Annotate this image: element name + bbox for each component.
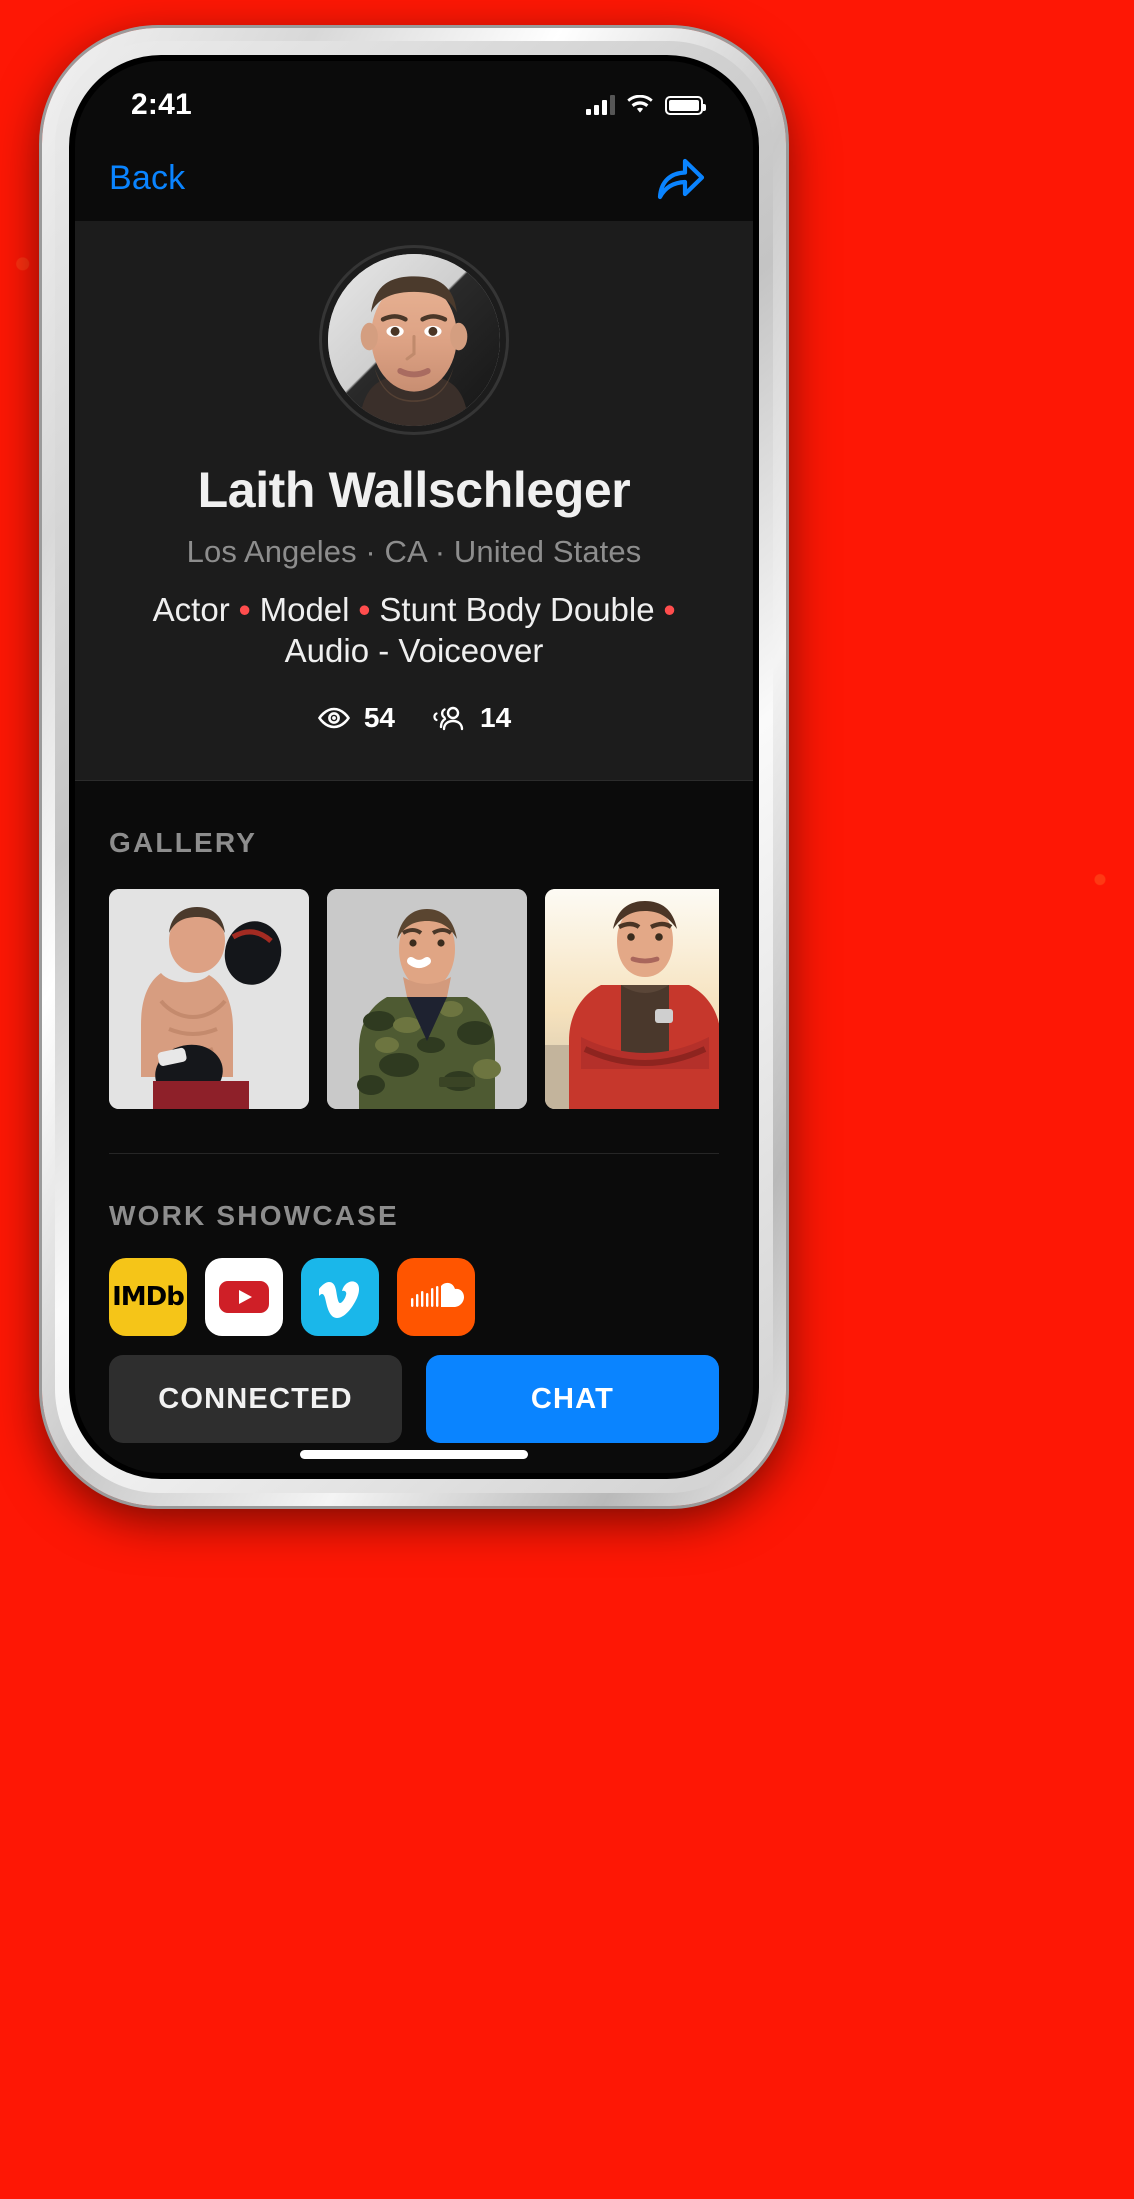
work-showcase-links: IMDb [109,1257,719,1336]
share-arrow-icon [657,158,705,200]
status-icons [586,94,706,115]
gallery-title: GALLERY [109,826,258,858]
wifi-icon [627,94,653,115]
cellular-signal-icon [586,95,615,115]
views-count: 54 [363,701,395,733]
nav-bar: Back [75,135,753,221]
chat-button[interactable]: CHAT [426,1355,719,1443]
battery-icon [665,95,706,115]
avatar[interactable] [328,254,500,426]
eye-icon [317,707,350,729]
role-separator-2: • [663,591,676,628]
profile-scroll-content[interactable]: Laith Wallschleger Los Angeles · CA · Un… [75,221,753,1473]
role-0: Actor [152,591,230,628]
role-3: Audio - Voiceover [284,631,544,669]
phone-bezel: 2:41 Back Laith Wallschleger Los Angeles… [69,55,759,1479]
people-icon [433,706,464,731]
connections-count: 14 [480,701,512,733]
youtube-icon[interactable] [205,1257,283,1336]
profile-header: Laith Wallschleger Los Angeles · CA · Un… [75,221,753,781]
profile-stats: 54 14 [99,702,729,734]
views-stat: 54 [317,702,395,734]
back-button[interactable]: Back [109,159,185,198]
work-showcase-section: WORK SHOWCASE IMDb [75,1154,753,1336]
avatar-ring [319,245,509,435]
profile-roles: Actor • Model • Stunt Body Double • Audi… [99,590,729,672]
imdb-icon[interactable]: IMDb [109,1257,187,1336]
imdb-label: IMDb [112,1281,185,1312]
connections-stat: 14 [433,702,511,734]
status-bar: 2:41 [75,61,753,135]
role-separator-1: • [358,591,371,628]
phone-frame: 2:41 Back Laith Wallschleger Los Angeles… [42,28,786,1506]
page-title: Laith Wallschleger [197,462,631,518]
gallery-section: GALLERY [75,781,753,1154]
gallery-item[interactable] [109,888,309,1109]
action-bar: CONNECTED CHAT [75,1355,753,1443]
work-showcase-title: WORK SHOWCASE [109,1199,399,1231]
status-time: 2:41 [131,88,192,121]
gallery-list[interactable] [109,888,719,1109]
profile-location: Los Angeles · CA · United States [186,534,642,569]
gallery-item[interactable] [545,888,719,1109]
role-1: Model [259,591,350,628]
gallery-item[interactable] [327,888,527,1109]
connected-button[interactable]: CONNECTED [109,1355,402,1443]
home-indicator[interactable] [300,1450,528,1459]
role-separator-0: • [238,591,251,628]
vimeo-icon[interactable] [301,1257,379,1336]
role-2: Stunt Body Double [379,591,655,628]
phone-screen: 2:41 Back Laith Wallschleger Los Angeles… [75,61,753,1473]
share-button[interactable] [655,155,707,201]
soundcloud-icon[interactable] [397,1257,475,1336]
